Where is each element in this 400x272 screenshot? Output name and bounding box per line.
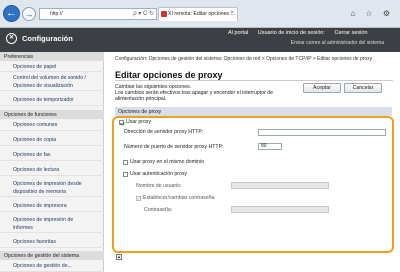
sidebar-section-functions: Opciones de funciones [0, 110, 104, 119]
sidebar-item-paper[interactable]: Opciones de papel [0, 62, 104, 72]
sidebar-item-scan[interactable]: Opciones de lectura [0, 166, 104, 176]
browser-toolbar: ← → http:// ρ ▾ C ↻ XI remota: Editar op… [0, 0, 400, 28]
logout-link[interactable]: Cerrar sesión [335, 30, 368, 36]
scroll-top-button[interactable]: ▲ [116, 254, 122, 260]
email-admin-link[interactable]: Enviar correo al administrador del siste… [291, 40, 384, 46]
sidebar-item-system-mgmt[interactable]: Opciones de gestión de... [0, 262, 104, 272]
set-password-label: Establecer/cambiar contraseña [143, 195, 215, 201]
sidebar-item-copy[interactable]: Opciones de copia [0, 136, 104, 146]
username-label: Nombre de usuario: [136, 183, 182, 189]
use-auth-label: Usar autenticación proxy [130, 171, 188, 177]
use-proxy-checkbox[interactable] [119, 120, 124, 125]
settings-logo-icon: ✕ [6, 33, 17, 44]
login-user-label: Usuario de inicio de sesión: [257, 30, 325, 36]
sidebar-section-preferences: Preferencias [0, 52, 104, 61]
server-address-label: Dirección de servidor proxy HTTP: [124, 129, 204, 135]
back-button[interactable]: ← [3, 5, 20, 22]
sidebar-item-display[interactable]: Opciones de visualización [0, 82, 104, 91]
port-input[interactable]: 80 [258, 143, 282, 150]
tab-label: XI remota: Editar opciones ... [168, 11, 235, 17]
sidebar-item-memory-print[interactable]: Opciones de impresión desde [0, 180, 104, 188]
use-proxy-label: Usar proxy [126, 119, 152, 125]
sidebar-item-printer[interactable]: Opciones de impresora [0, 202, 104, 212]
password-input[interactable] [231, 206, 329, 213]
sidebar-item-favorites[interactable]: Opciones favoritas [0, 238, 104, 248]
browser-icons[interactable]: ⌂ ☆ ⚙ [350, 9, 394, 18]
sidebar-section-system: Opciones de gestión del sistema [0, 251, 104, 260]
sidebar-item-volume[interactable]: Control del volumen de sonido / [0, 74, 104, 82]
description-line-3: alimentación principal. [115, 96, 167, 102]
use-auth-checkbox[interactable] [123, 172, 128, 177]
title-divider [115, 80, 393, 81]
cancel-button[interactable]: Cancelar [344, 83, 382, 93]
proxy-group-header: Opciones de proxy [115, 107, 392, 116]
breadcrumb: Configuración: Opciones de gestión del s… [115, 56, 373, 62]
sidebar-item-reports[interactable]: informes [0, 224, 104, 233]
port-label: Número de puerto de servidor proxy HTTP: [124, 144, 224, 150]
portal-link[interactable]: Al portal [228, 30, 248, 36]
address-url: http:// [50, 11, 63, 17]
forward-button[interactable]: → [22, 7, 36, 21]
browser-tab[interactable]: XI remota: Editar opciones ... × [158, 7, 238, 21]
app-title: Configuración [22, 34, 73, 43]
server-address-input[interactable] [258, 129, 386, 136]
set-password-checkbox[interactable] [136, 196, 141, 201]
sidebar-item-report[interactable]: Opciones de impresión de [0, 216, 104, 224]
sidebar-item-common[interactable]: Opciones comunes [0, 121, 104, 131]
same-domain-label: Usar proxy en el mismo dominio [130, 159, 205, 165]
address-icons[interactable]: ρ ▾ C ↻ [133, 10, 154, 17]
page-title: Editar opciones de proxy [115, 70, 223, 80]
sidebar-item-timer[interactable]: Opciones de temporizador [0, 96, 104, 106]
favicon-icon [161, 11, 167, 17]
address-bar[interactable]: http:// ρ ▾ C ↻ [39, 8, 157, 20]
header-links: Al portal Usuario de inicio de sesión: C… [228, 30, 376, 36]
sidebar-item-memory-device[interactable]: dispositivo de memoria [0, 188, 104, 197]
sidebar-item-fax[interactable]: Opciones de fax [0, 151, 104, 161]
description: Cambiar las siguientes opciones. Los cam… [115, 84, 295, 102]
accept-button[interactable]: Aceptar [303, 83, 341, 93]
password-label: Contraseña: [144, 207, 173, 213]
same-domain-checkbox[interactable] [123, 160, 128, 165]
close-tab-icon[interactable]: × [230, 10, 234, 16]
username-input[interactable] [231, 182, 329, 189]
